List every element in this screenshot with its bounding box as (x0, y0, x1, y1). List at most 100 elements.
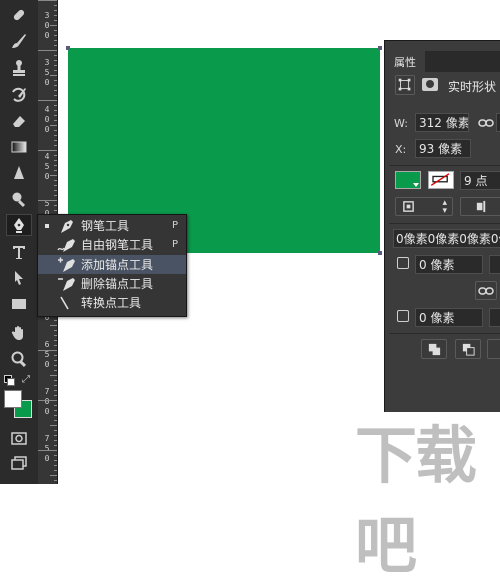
ruler-tick (50, 375, 57, 376)
brush-tool[interactable] (6, 30, 32, 52)
corner-top-right-input[interactable] (489, 255, 500, 274)
hand-tool[interactable] (6, 322, 32, 344)
ruler-tick (54, 5, 57, 6)
ruler-tick (38, 0, 57, 1)
flyout-item-convert-point[interactable]: 转换点工具 (38, 293, 186, 312)
ruler-tick (54, 445, 57, 446)
x-position-input[interactable]: 93 像素 (415, 139, 471, 158)
stamp-icon (13, 60, 25, 76)
type-tool[interactable] (6, 241, 32, 263)
hand-icon (11, 326, 23, 340)
ruler-label: 5 (44, 199, 50, 208)
flyout-item-add-anchor[interactable]: 添加锚点工具 (38, 255, 186, 274)
path-selection-tool[interactable] (6, 267, 32, 289)
zoom-icon (11, 351, 27, 368)
intersect-shapes-button[interactable] (487, 339, 500, 359)
ruler-tick (38, 50, 57, 51)
ruler-label: 4 (44, 152, 50, 161)
anchor-point-top-right[interactable] (378, 46, 382, 50)
dodge-tool[interactable] (6, 188, 32, 210)
flyout-item-freeform-pen[interactable]: 自由钢笔工具 P (38, 235, 186, 254)
shape-properties-button[interactable] (395, 75, 415, 95)
subtract-shapes-button[interactable] (455, 339, 481, 359)
ruler-tick (50, 175, 57, 176)
flyout-item-pen[interactable]: 钢笔工具 P (38, 216, 186, 235)
ruler-tick (54, 135, 57, 136)
sharpen-tool[interactable] (6, 162, 32, 184)
ruler-label: 0 (44, 78, 50, 87)
eraser-tool[interactable] (6, 110, 32, 132)
screen-mode-button[interactable] (6, 452, 32, 474)
ruler-label: 0 (44, 115, 50, 124)
corner-radius-values[interactable]: 0像素0像素0像素0像素 (393, 229, 500, 248)
foreground-color-swatch[interactable] (4, 390, 22, 408)
clone-stamp-tool[interactable] (6, 57, 32, 79)
ruler-tick (54, 365, 57, 366)
ruler-label: 6 (44, 340, 50, 349)
stroke-color-swatch[interactable] (428, 171, 454, 189)
tab-properties[interactable]: 属性 (385, 51, 425, 72)
ruler-tick (54, 160, 57, 161)
ruler-tick (54, 180, 57, 181)
spot-healing-brush-tool[interactable] (6, 4, 32, 26)
ruler-tick (54, 55, 57, 56)
gradient-tool[interactable] (6, 136, 32, 158)
ruler-tick (54, 105, 57, 106)
ruler-tick (54, 470, 57, 471)
ruler-tick (54, 195, 57, 196)
link-corners-button[interactable] (475, 281, 497, 300)
add-anchor-icon (58, 257, 75, 272)
ruler-tick (54, 10, 57, 11)
link-icon[interactable] (478, 115, 494, 129)
pen-tool[interactable] (6, 214, 32, 236)
ruler-label: 3 (44, 11, 50, 20)
ruler-tick (54, 455, 57, 456)
corner-bottom-right-input[interactable] (489, 308, 500, 327)
fill-color-swatch[interactable] (395, 171, 421, 189)
eraser-icon (13, 116, 25, 127)
combine-shapes-button[interactable] (421, 339, 447, 359)
ruler-tick (54, 85, 57, 86)
corner-top-left-input[interactable]: 0 像素 (415, 255, 483, 274)
ruler-label: 5 (44, 162, 50, 171)
ruler-tick (38, 350, 57, 351)
ruler-tick (54, 95, 57, 96)
corner-bottom-left-input[interactable]: 0 像素 (415, 308, 483, 327)
ruler-label: 0 (44, 125, 50, 134)
default-colors-icon[interactable] (4, 375, 15, 386)
swap-colors-icon[interactable]: ⤢ (22, 374, 30, 385)
mask-properties-icon[interactable] (422, 78, 438, 91)
ruler-tick (54, 385, 57, 386)
history-brush-tool[interactable] (6, 84, 32, 106)
quick-mask-button[interactable] (6, 427, 32, 449)
ruler-label: 0 (44, 31, 50, 40)
ruler-tick (54, 435, 57, 436)
rectangle-tool[interactable] (6, 293, 32, 315)
freeform-pen-icon (57, 239, 75, 252)
ruler-label: 0 (44, 360, 50, 369)
divider (389, 333, 500, 334)
stroke-type-dropdown[interactable]: ▴ ▾ (395, 197, 453, 216)
link-icon (478, 287, 494, 295)
flyout-item-delete-anchor[interactable]: 删除锚点工具 (38, 274, 186, 293)
ruler-tick (54, 190, 57, 191)
width-input[interactable]: 312 像素 (415, 113, 469, 132)
pen-icon (14, 218, 24, 233)
anchor-point-bottom-right[interactable] (378, 251, 382, 255)
anchor-point-top-left[interactable] (66, 46, 70, 50)
ruler-tick (54, 70, 57, 71)
corner-bottom-left-checkbox[interactable] (397, 310, 409, 322)
divider (389, 223, 500, 224)
ruler-tick (54, 20, 57, 21)
x-label: X: (395, 143, 407, 156)
ruler-tick (54, 165, 57, 166)
ruler-tick (54, 430, 57, 431)
stroke-width-input[interactable]: 9 点 (460, 171, 500, 190)
ruler-label: 5 (44, 444, 50, 453)
history-brush-icon (12, 87, 26, 102)
quick-mask-icon (11, 432, 27, 445)
corner-top-left-checkbox[interactable] (397, 257, 409, 269)
zoom-tool[interactable] (6, 348, 32, 370)
stroke-align-dropdown[interactable] (460, 197, 500, 216)
height-input[interactable] (496, 113, 500, 132)
